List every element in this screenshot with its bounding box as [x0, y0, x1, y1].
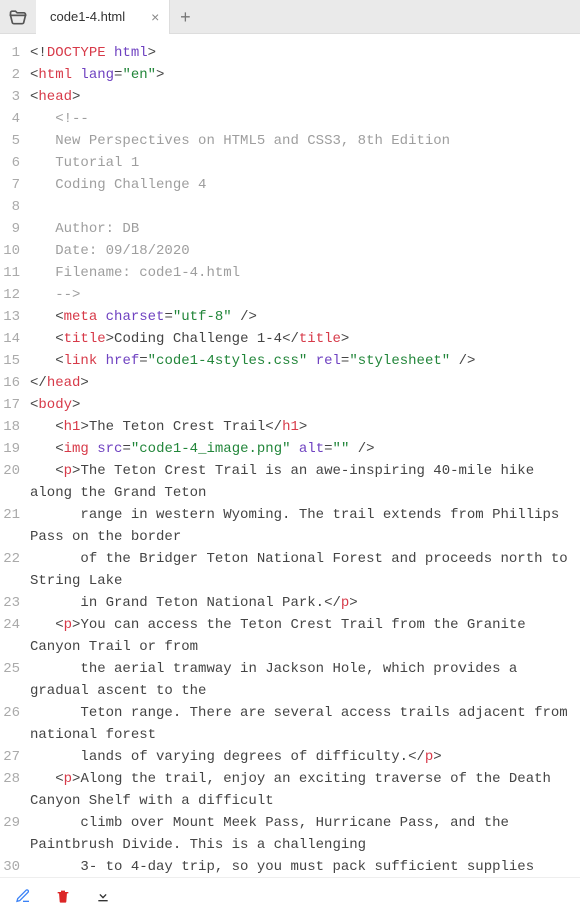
open-folder-button[interactable] [0, 0, 36, 34]
code-line[interactable]: Date: 09/18/2020 [30, 240, 580, 262]
line-number: 2 [0, 64, 26, 86]
code-line[interactable]: climb over Mount Meek Pass, Hurricane Pa… [30, 812, 580, 856]
bottom-toolbar [0, 877, 580, 913]
line-number: 30 [0, 856, 26, 877]
line-number: 18 [0, 416, 26, 438]
line-number: 8 [0, 196, 26, 218]
line-number: 22 [0, 548, 26, 592]
code-line[interactable]: in Grand Teton National Park.</p> [30, 592, 580, 614]
code-line[interactable]: of the Bridger Teton National Forest and… [30, 548, 580, 592]
code-line[interactable]: Coding Challenge 4 [30, 174, 580, 196]
delete-button[interactable] [54, 887, 72, 905]
line-number: 6 [0, 152, 26, 174]
line-number: 9 [0, 218, 26, 240]
line-number: 5 [0, 130, 26, 152]
code-line[interactable]: <p>You can access the Teton Crest Trail … [30, 614, 580, 658]
code-line[interactable]: Filename: code1-4.html [30, 262, 580, 284]
code-line[interactable]: <!-- [30, 108, 580, 130]
code-line[interactable]: --> [30, 284, 580, 306]
close-tab-button[interactable]: × [151, 10, 159, 24]
line-number: 12 [0, 284, 26, 306]
code-line[interactable]: <meta charset="utf-8" /> [30, 306, 580, 328]
line-number: 15 [0, 350, 26, 372]
tab-title: code1-4.html [50, 9, 125, 24]
code-line[interactable]: <img src="code1-4_image.png" alt="" /> [30, 438, 580, 460]
line-number: 16 [0, 372, 26, 394]
line-number: 1 [0, 42, 26, 64]
code-line[interactable]: Teton range. There are several access tr… [30, 702, 580, 746]
add-tab-button[interactable]: + [170, 8, 200, 26]
download-icon [95, 888, 111, 904]
line-number: 28 [0, 768, 26, 812]
line-number: 3 [0, 86, 26, 108]
code-line[interactable]: Author: DB [30, 218, 580, 240]
line-number: 25 [0, 658, 26, 702]
code-line[interactable]: New Perspectives on HTML5 and CSS3, 8th … [30, 130, 580, 152]
code-line[interactable]: <p>The Teton Crest Trail is an awe-inspi… [30, 460, 580, 504]
download-button[interactable] [94, 887, 112, 905]
line-number: 26 [0, 702, 26, 746]
line-number: 17 [0, 394, 26, 416]
code-line[interactable]: lands of varying degrees of difficulty.<… [30, 746, 580, 768]
code-line[interactable]: the aerial tramway in Jackson Hole, whic… [30, 658, 580, 702]
trash-icon [55, 888, 71, 904]
code-line[interactable]: <head> [30, 86, 580, 108]
line-number: 23 [0, 592, 26, 614]
tab-bar: code1-4.html × + [0, 0, 580, 34]
code-line[interactable]: <title>Coding Challenge 1-4</title> [30, 328, 580, 350]
code-line[interactable]: </head> [30, 372, 580, 394]
code-line[interactable] [30, 196, 580, 218]
code-line[interactable]: <!DOCTYPE html> [30, 42, 580, 64]
code-line[interactable]: Tutorial 1 [30, 152, 580, 174]
line-number: 20 [0, 460, 26, 504]
code-line[interactable]: 3- to 4-day trip, so you must pack suffi… [30, 856, 580, 877]
line-number: 4 [0, 108, 26, 130]
file-tab[interactable]: code1-4.html × [36, 0, 170, 34]
edit-button[interactable] [14, 887, 32, 905]
line-number: 27 [0, 746, 26, 768]
code-editor[interactable]: 1234567891011121314151617181920212223242… [0, 34, 580, 877]
code-line[interactable]: range in western Wyoming. The trail exte… [30, 504, 580, 548]
code-line[interactable]: <link href="code1-4styles.css" rel="styl… [30, 350, 580, 372]
line-number: 24 [0, 614, 26, 658]
line-number: 7 [0, 174, 26, 196]
folder-open-icon [8, 7, 28, 27]
code-line[interactable]: <p>Along the trail, enjoy an exciting tr… [30, 768, 580, 812]
line-number: 21 [0, 504, 26, 548]
code-area[interactable]: <!DOCTYPE html><html lang="en"><head> <!… [26, 34, 580, 877]
code-line[interactable]: <body> [30, 394, 580, 416]
line-number: 13 [0, 306, 26, 328]
line-number: 14 [0, 328, 26, 350]
line-number: 19 [0, 438, 26, 460]
pencil-icon [15, 888, 31, 904]
code-line[interactable]: <h1>The Teton Crest Trail</h1> [30, 416, 580, 438]
line-gutter: 1234567891011121314151617181920212223242… [0, 34, 26, 877]
line-number: 10 [0, 240, 26, 262]
line-number: 11 [0, 262, 26, 284]
code-line[interactable]: <html lang="en"> [30, 64, 580, 86]
line-number: 29 [0, 812, 26, 856]
